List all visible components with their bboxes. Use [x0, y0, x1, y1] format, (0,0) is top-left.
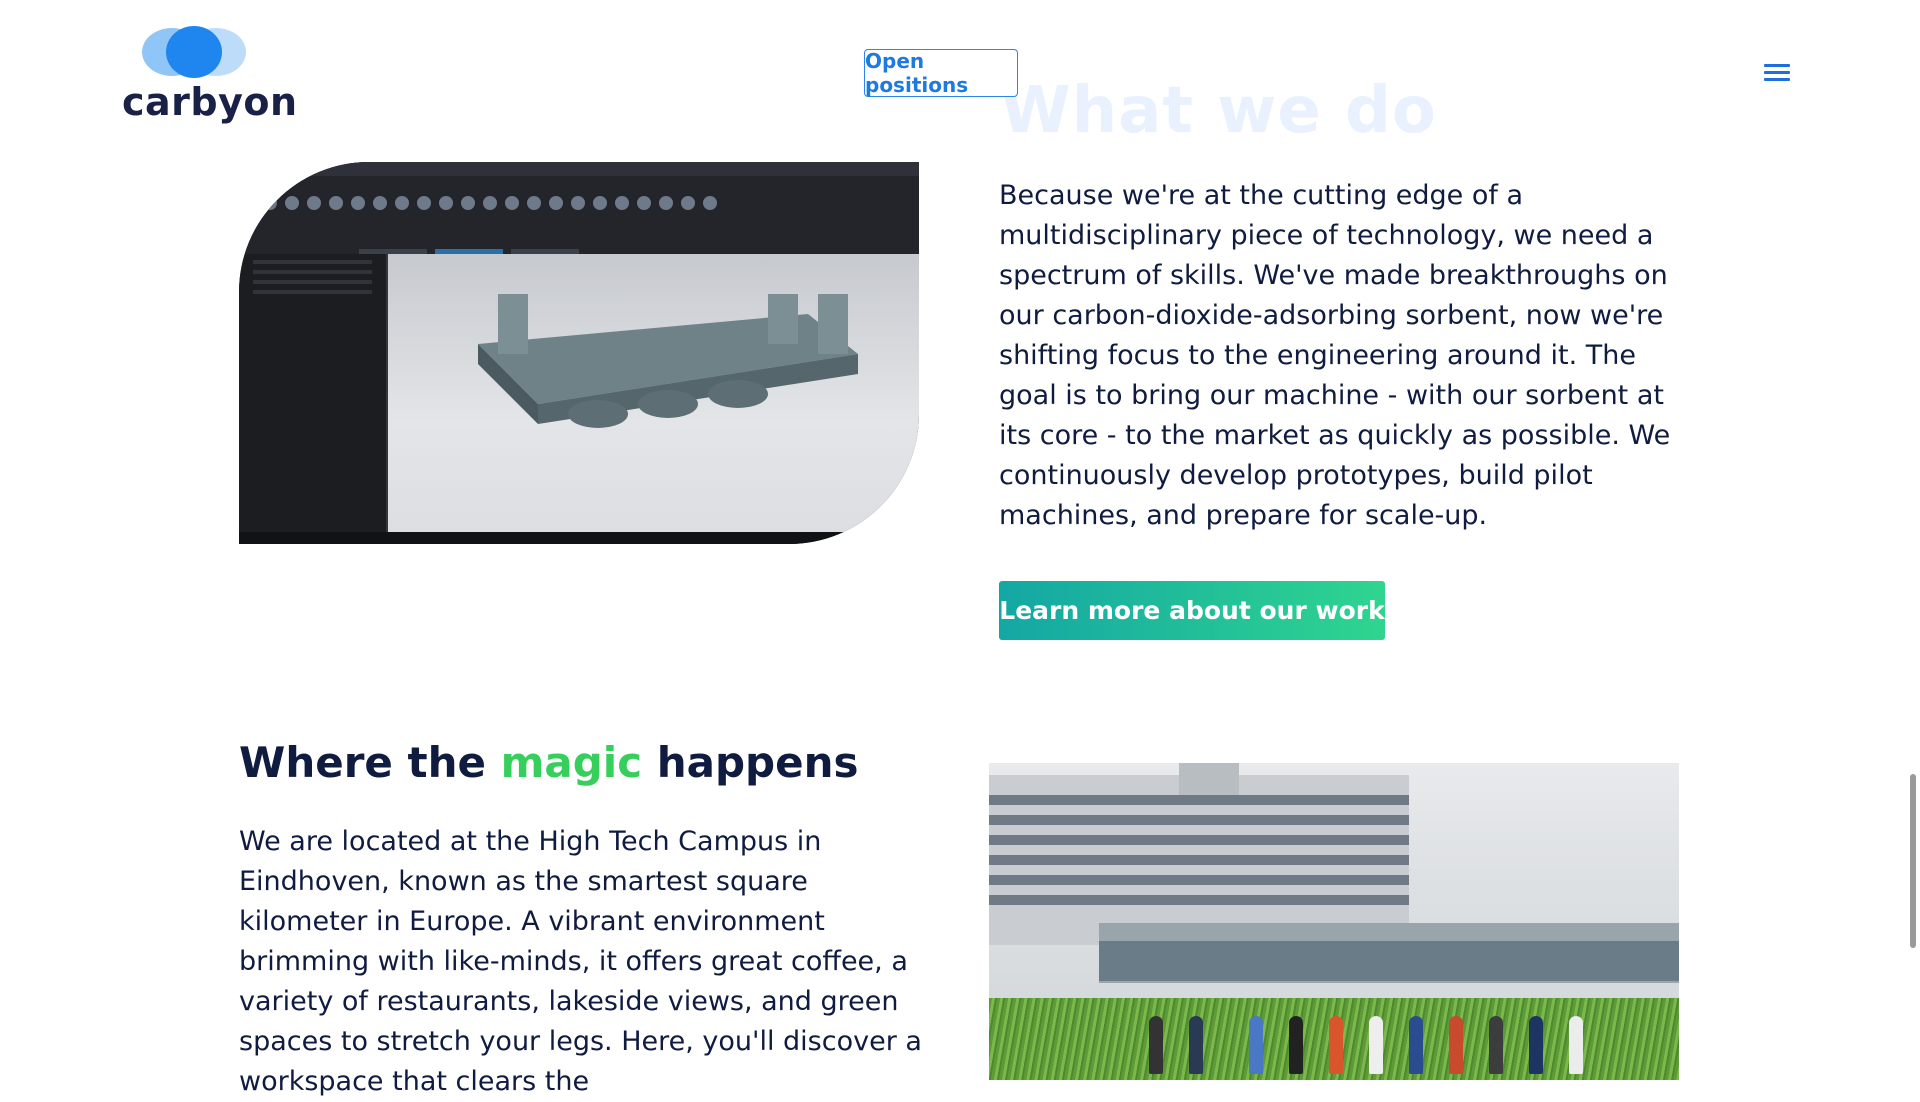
page-scrollbar[interactable]	[1910, 774, 1916, 948]
site-header: carbyon Open positions	[0, 0, 1920, 130]
learn-more-button[interactable]: Learn more about our work	[999, 581, 1385, 640]
title-accent-word: magic	[500, 738, 643, 787]
title-text-after: happens	[642, 738, 859, 787]
carbyon-logo[interactable]: carbyon	[122, 26, 297, 124]
what-we-do-description: Because we're at the cutting edge of a m…	[999, 180, 1671, 531]
logo-mark-icon	[142, 26, 246, 78]
high-tech-campus-photo	[989, 763, 1679, 1080]
logo-wordmark: carbyon	[122, 80, 298, 124]
title-text-before: Where the	[239, 738, 501, 787]
cad-software-screenshot	[239, 162, 919, 544]
hamburger-menu-icon[interactable]	[1764, 64, 1790, 82]
section-title-location: Where the magic happens	[239, 738, 858, 787]
open-positions-button[interactable]: Open positions	[864, 49, 1018, 97]
location-description: We are located at the High Tech Campus i…	[239, 826, 922, 1097]
